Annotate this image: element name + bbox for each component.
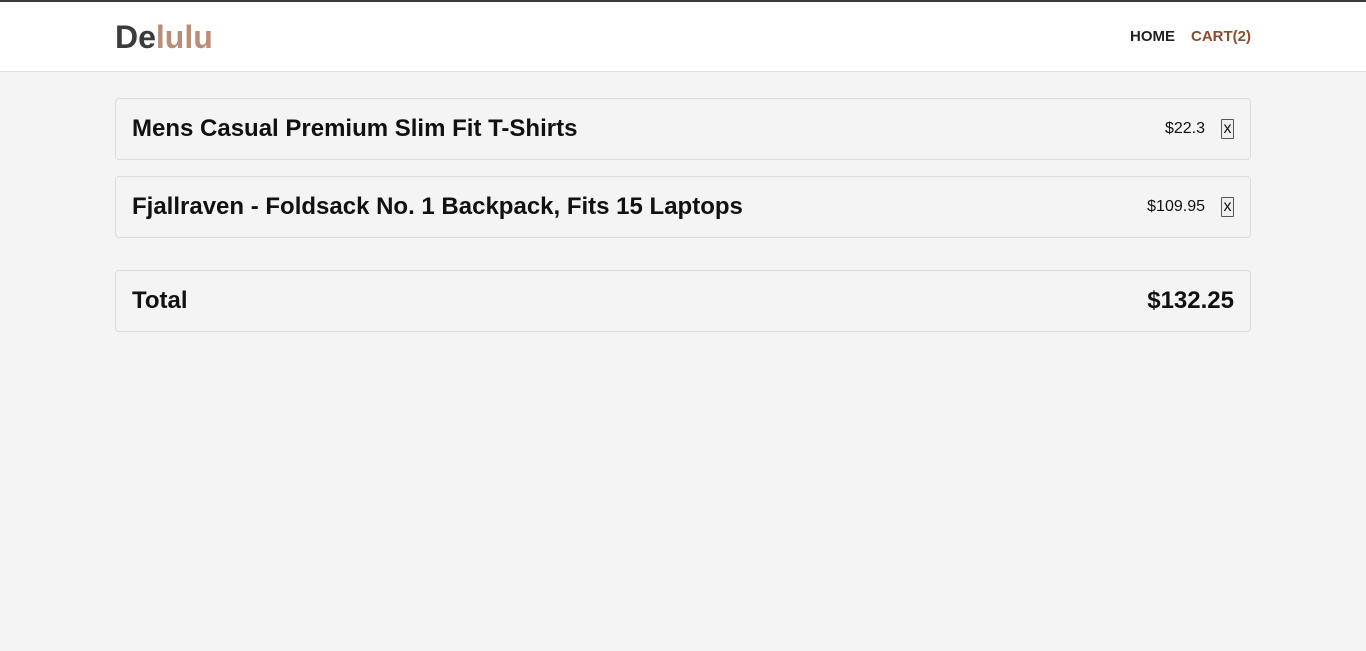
nav-cart-link[interactable]: CART(2) — [1191, 28, 1251, 45]
total-value: $132.25 — [1147, 287, 1234, 314]
cart-total: Total $132.25 — [115, 270, 1251, 332]
remove-item-button[interactable]: x — [1221, 197, 1234, 217]
total-label: Total — [132, 287, 188, 314]
cart-page: Mens Casual Premium Slim Fit T-Shirts $2… — [0, 72, 1366, 332]
cart-item-price: $22.3 — [1164, 120, 1205, 137]
nav-home-link[interactable]: HOME — [1130, 28, 1175, 45]
cart-item: Fjallraven - Foldsack No. 1 Backpack, Fi… — [115, 176, 1251, 238]
cart-item-price: $109.95 — [1147, 198, 1205, 215]
cart-item-title: Mens Casual Premium Slim Fit T-Shirts — [132, 115, 578, 142]
main-nav: HOME CART(2) — [1130, 28, 1251, 45]
remove-item-button[interactable]: x — [1221, 119, 1234, 139]
logo-part-2: lulu — [155, 18, 213, 55]
site-logo[interactable]: Delulu — [115, 21, 213, 53]
site-header: Delulu HOME CART(2) — [0, 2, 1366, 72]
logo-part-1: De — [115, 18, 156, 55]
cart-item: Mens Casual Premium Slim Fit T-Shirts $2… — [115, 98, 1251, 160]
cart-item-title: Fjallraven - Foldsack No. 1 Backpack, Fi… — [132, 193, 743, 220]
